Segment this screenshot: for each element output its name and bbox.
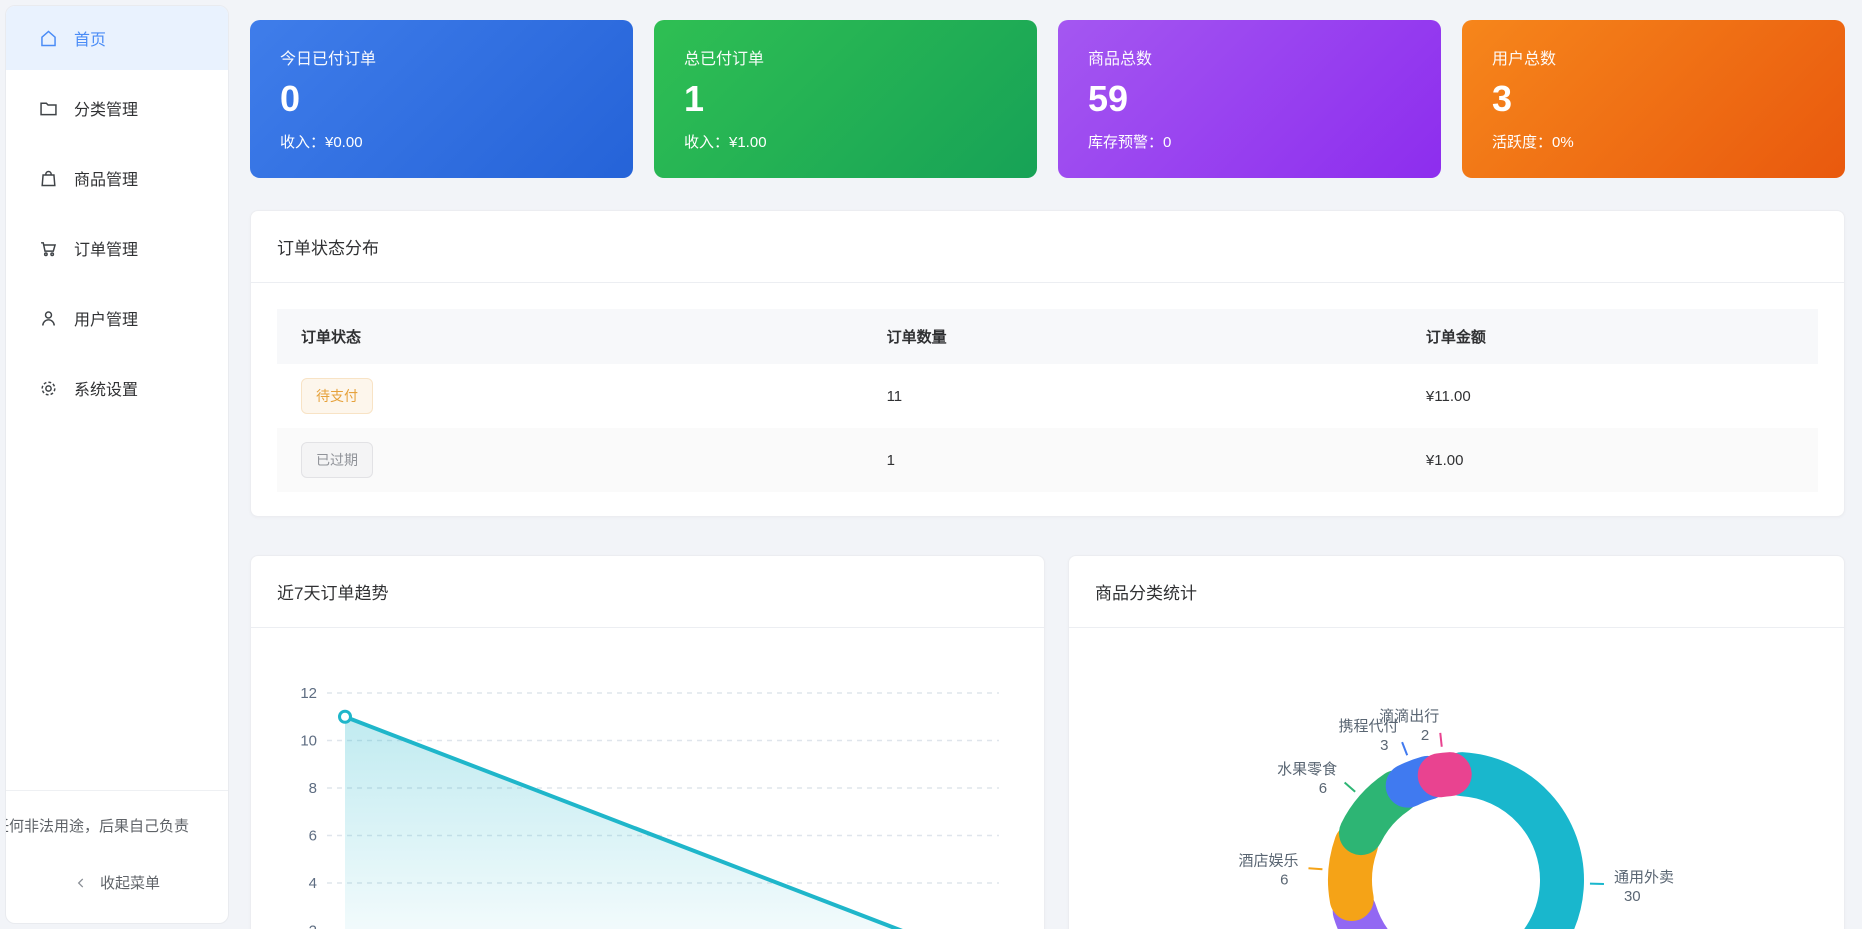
order-count-cell: 11 <box>863 364 1402 428</box>
home-icon <box>38 28 59 49</box>
sidebar-spacer <box>6 420 228 790</box>
stat-title: 总已付订单 <box>684 45 1007 69</box>
stats-row: 今日已付订单 0 收入：¥0.00 总已付订单 1 收入：¥1.00 商品总数 … <box>250 20 1845 178</box>
order-status-table-wrap: 订单状态 订单数量 订单金额 待支付 11 ¥11.00 已过期 <box>251 283 1844 516</box>
sidebar-item-label: 分类管理 <box>74 96 138 120</box>
order-count-cell: 1 <box>863 428 1402 492</box>
table-row: 已过期 1 ¥1.00 <box>277 428 1818 492</box>
stat-card-total-users: 用户总数 3 活跃度：0% <box>1462 20 1845 178</box>
svg-text:通用外卖: 通用外卖 <box>1614 869 1674 886</box>
svg-text:8: 8 <box>309 780 317 797</box>
order-status-section: 订单状态分布 订单状态 订单数量 订单金额 待支付 11 <box>250 210 1845 517</box>
section-title: 订单状态分布 <box>251 211 1844 283</box>
stat-title: 今日已付订单 <box>280 45 603 69</box>
table-header-row: 订单状态 订单数量 订单金额 <box>277 309 1818 364</box>
sidebar-item-home[interactable]: 首页 <box>6 6 228 70</box>
sidebar-item-users[interactable]: 用户管理 <box>6 286 228 350</box>
donut-chart: 通用外卖30美妆服饰12酒店娱乐6水果零食6携程代付3滴滴出行2 <box>1069 628 1844 929</box>
stat-card-total-paid-orders: 总已付订单 1 收入：¥1.00 <box>654 20 1037 178</box>
svg-text:4: 4 <box>309 875 317 892</box>
stat-subtitle: 收入：¥1.00 <box>684 131 1007 152</box>
sidebar-menu: 首页 分类管理 商品管理 订单管理 <box>6 6 228 420</box>
order-trend-section: 近7天订单趋势 12 10 8 6 4 2 <box>250 555 1045 929</box>
status-badge: 已过期 <box>301 442 373 478</box>
sidebar-item-label: 订单管理 <box>74 236 138 260</box>
column-header-amount: 订单金额 <box>1402 309 1818 364</box>
stat-subtitle: 活跃度：0% <box>1492 131 1815 152</box>
stat-card-today-paid-orders: 今日已付订单 0 收入：¥0.00 <box>250 20 633 178</box>
sidebar-notice: 任何非法用途，后果自己负责 <box>6 791 228 854</box>
svg-text:10: 10 <box>300 733 317 750</box>
stat-value: 59 <box>1088 78 1411 120</box>
svg-text:滴滴出行: 滴滴出行 <box>1379 707 1439 725</box>
sidebar-item-label: 商品管理 <box>74 166 138 190</box>
stat-title: 用户总数 <box>1492 45 1815 69</box>
category-stats-section: 商品分类统计 通用外卖30美妆服饰12酒店娱乐6水果零食6携程代付3滴滴出行2 <box>1068 555 1845 929</box>
svg-text:2: 2 <box>309 923 317 929</box>
cart-icon <box>38 238 59 259</box>
stat-value: 1 <box>684 78 1007 120</box>
folder-icon <box>38 98 59 119</box>
bag-icon <box>38 168 59 189</box>
main-content: 今日已付订单 0 收入：¥0.00 总已付订单 1 收入：¥1.00 商品总数 … <box>229 0 1862 929</box>
order-amount-cell: ¥11.00 <box>1402 364 1818 428</box>
svg-text:2: 2 <box>1421 727 1429 744</box>
svg-text:30: 30 <box>1624 888 1641 905</box>
svg-text:12: 12 <box>300 685 317 702</box>
section-title: 商品分类统计 <box>1069 556 1844 628</box>
column-header-count: 订单数量 <box>863 309 1402 364</box>
user-icon <box>38 308 59 329</box>
order-status-table: 订单状态 订单数量 订单金额 待支付 11 ¥11.00 已过期 <box>277 309 1818 492</box>
section-title: 近7天订单趋势 <box>251 556 1044 628</box>
stat-card-total-products: 商品总数 59 库存预警：0 <box>1058 20 1441 178</box>
collapse-menu-button[interactable]: 收起菜单 <box>6 854 228 923</box>
sidebar-notice-text: 任何非法用途，后果自己负责 <box>6 815 189 836</box>
chevron-left-icon <box>74 876 88 890</box>
sidebar: 首页 分类管理 商品管理 订单管理 <box>5 5 229 924</box>
svg-text:3: 3 <box>1380 737 1388 754</box>
stat-value: 3 <box>1492 78 1815 120</box>
collapse-menu-label: 收起菜单 <box>100 872 160 893</box>
charts-row: 近7天订单趋势 12108642 商品分类统计 通用外卖30美妆服饰12酒店娱乐… <box>250 555 1845 929</box>
svg-text:水果零食: 水果零食 <box>1277 761 1337 778</box>
stat-value: 0 <box>280 78 603 120</box>
sidebar-item-label: 用户管理 <box>74 306 138 330</box>
sidebar-item-label: 系统设置 <box>74 376 138 400</box>
table-row: 待支付 11 ¥11.00 <box>277 364 1818 428</box>
column-header-status: 订单状态 <box>277 309 863 364</box>
line-chart: 12 10 8 6 4 2 <box>251 628 1044 929</box>
sidebar-item-orders[interactable]: 订单管理 <box>6 216 228 280</box>
svg-text:6: 6 <box>1319 780 1327 797</box>
gear-icon <box>38 378 59 399</box>
stat-title: 商品总数 <box>1088 45 1411 69</box>
stat-subtitle: 库存预警：0 <box>1088 131 1411 152</box>
sidebar-item-label: 首页 <box>74 26 106 50</box>
status-badge: 待支付 <box>301 378 373 414</box>
svg-text:6: 6 <box>309 828 317 845</box>
dashboard-page: 首页 分类管理 商品管理 订单管理 <box>0 0 1862 929</box>
svg-text:6: 6 <box>1280 871 1288 888</box>
sidebar-item-categories[interactable]: 分类管理 <box>6 76 228 140</box>
order-amount-cell: ¥1.00 <box>1402 428 1818 492</box>
sidebar-item-products[interactable]: 商品管理 <box>6 146 228 210</box>
svg-text:酒店娱乐: 酒店娱乐 <box>1238 852 1298 869</box>
stat-subtitle: 收入：¥0.00 <box>280 131 603 152</box>
sidebar-item-settings[interactable]: 系统设置 <box>6 356 228 420</box>
